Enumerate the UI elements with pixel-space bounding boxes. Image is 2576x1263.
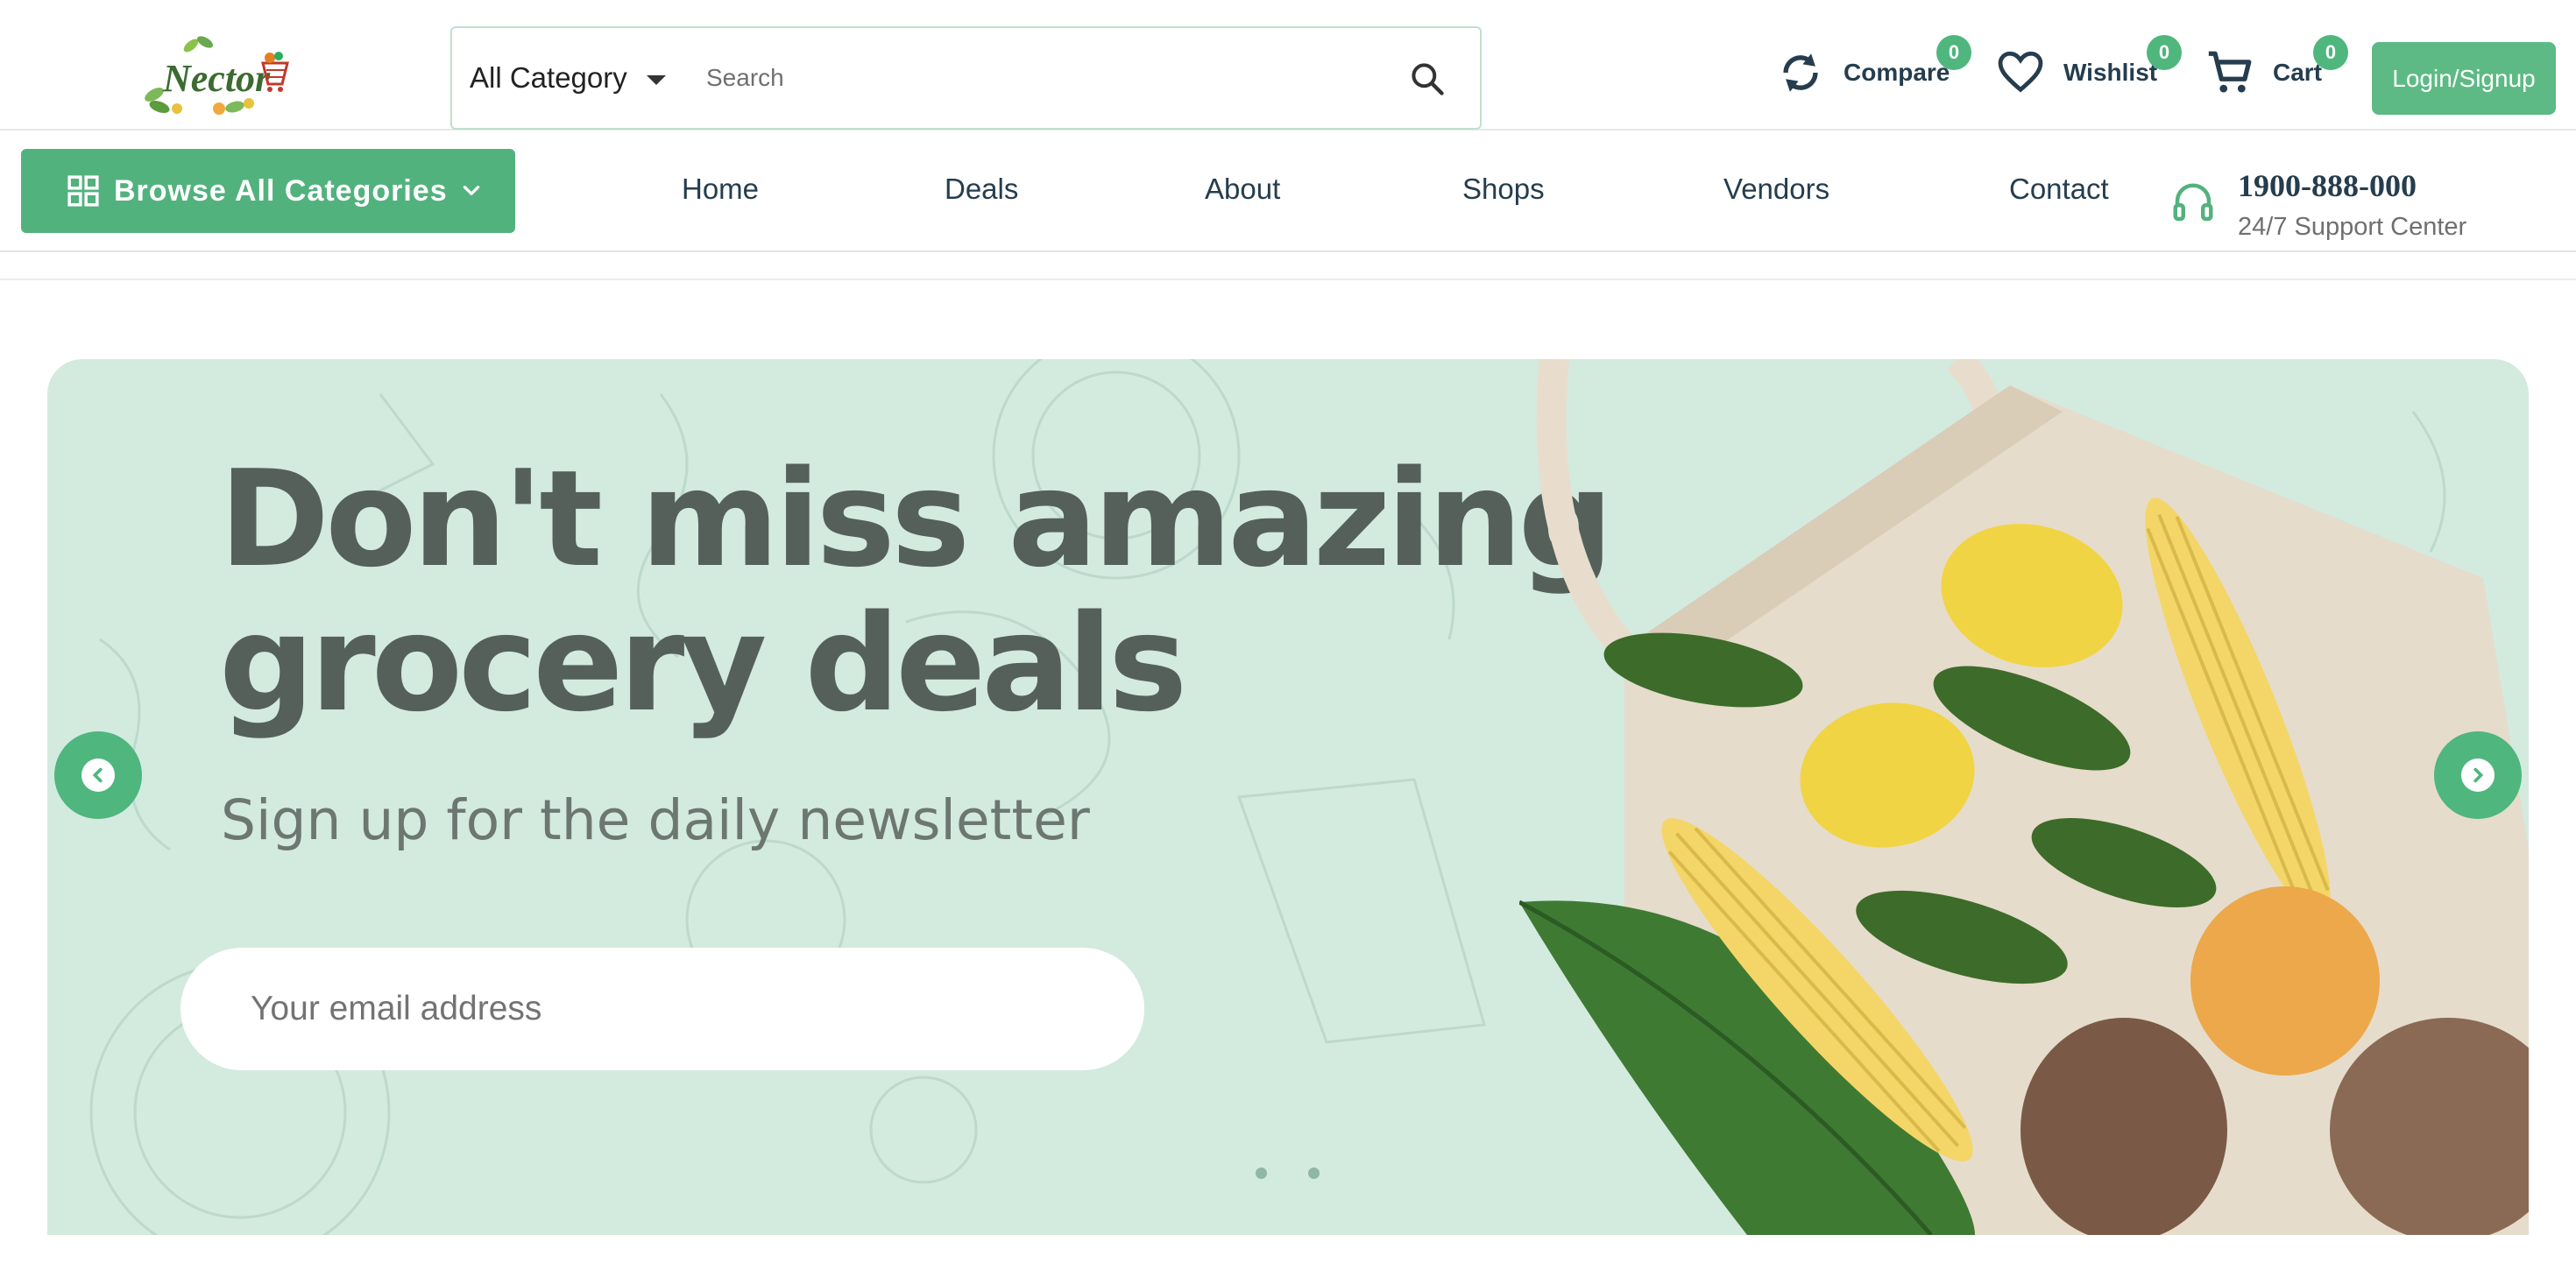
compare-link[interactable]: Compare (1775, 47, 1950, 98)
chevron-down-icon (463, 186, 479, 195)
browse-categories-label: Browse All Categories (114, 173, 448, 208)
compare-icon (1783, 53, 1818, 92)
hero-subtitle: Sign up for the daily newsletter (221, 788, 1090, 852)
grid-icon (67, 175, 99, 207)
nector-logo[interactable]: Nector (138, 33, 292, 121)
nav-link-vendors[interactable]: Vendors (1723, 173, 1829, 206)
nav-link-about[interactable]: About (1205, 173, 1280, 206)
cart-count-badge: 0 (2313, 35, 2348, 70)
produce-bag-image (1519, 359, 2529, 1235)
hero-banner: Don't miss amazing grocery deals Sign up… (47, 359, 2529, 1235)
category-select[interactable]: All Category (470, 28, 666, 128)
search-input[interactable] (706, 51, 1390, 105)
support-label: 24/7 Support Center (2238, 213, 2467, 241)
slider-dot[interactable] (1308, 1168, 1320, 1179)
divider (0, 279, 2576, 280)
search-icon[interactable] (1408, 60, 1447, 98)
hero-title-line-2: grocery deals (219, 586, 1187, 741)
wishlist-link[interactable]: Wishlist (1995, 47, 2157, 98)
search-bar: All Category (450, 26, 1482, 130)
hero-title-line-1: Don't miss amazing (219, 441, 1613, 596)
login-signup-button[interactable]: Login/Signup (2372, 42, 2556, 115)
compare-label: Compare (1844, 59, 1950, 86)
email-input[interactable] (251, 981, 1039, 1037)
main-nav: Browse All Categories Home Deals About S… (0, 132, 2576, 252)
chevron-left-icon (81, 759, 115, 792)
cart-link[interactable]: Cart (2204, 47, 2322, 98)
category-select-label: All Category (470, 61, 627, 94)
wishlist-count-badge: 0 (2147, 35, 2182, 70)
nav-link-deals[interactable]: Deals (945, 173, 1018, 206)
slider-next-button[interactable] (2434, 731, 2522, 819)
cart-icon (2208, 51, 2252, 93)
compare-count-badge: 0 (1936, 35, 1971, 70)
slider-prev-button[interactable] (54, 731, 142, 819)
nav-link-home[interactable]: Home (682, 173, 759, 206)
slider-dot[interactable] (1256, 1168, 1267, 1179)
hero-title: Don't miss amazing grocery deals (219, 447, 1613, 736)
nav-link-contact[interactable]: Contact (2009, 173, 2109, 206)
nav-link-shops[interactable]: Shops (1462, 173, 1545, 206)
wishlist-label: Wishlist (2063, 59, 2158, 86)
chevron-right-icon (2461, 759, 2495, 792)
newsletter-form (180, 948, 1144, 1070)
heart-icon (1998, 51, 2043, 93)
cart-label: Cart (2273, 59, 2323, 86)
svg-text:Nector: Nector (162, 57, 271, 100)
headset-icon (2173, 183, 2213, 222)
support-phone[interactable]: 1900-888-000 (2238, 167, 2417, 204)
caret-down-icon (646, 74, 666, 85)
browse-categories-button[interactable]: Browse All Categories (21, 149, 515, 233)
top-header: Nector All Category Compare 0 (0, 0, 2576, 131)
